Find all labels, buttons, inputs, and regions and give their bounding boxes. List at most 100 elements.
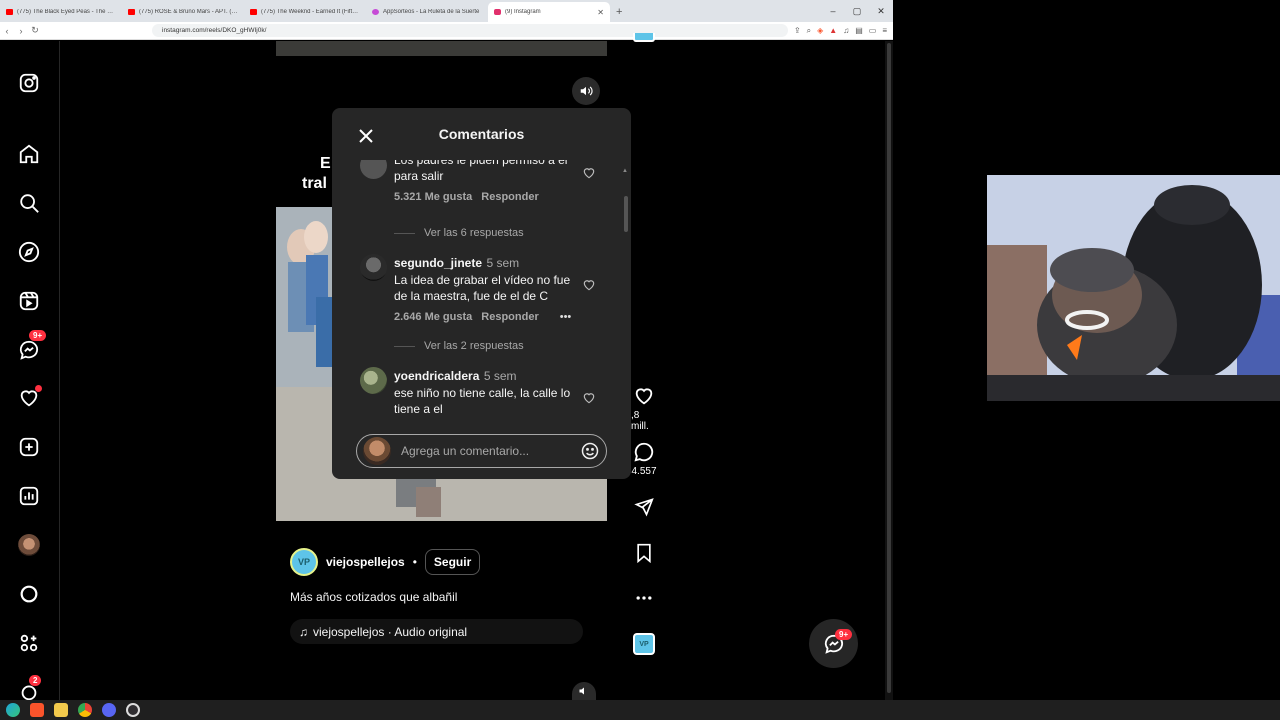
add-comment-box	[356, 434, 607, 468]
like-count: ,8 mill.	[631, 410, 649, 432]
chrome-icon[interactable]	[78, 703, 92, 717]
comment-avatar[interactable]	[360, 254, 387, 281]
reply-button[interactable]: Responder	[481, 311, 538, 323]
comment-username[interactable]: yoendricaldera	[394, 369, 479, 383]
minimize-button[interactable]: –	[821, 0, 845, 22]
reel-overlay-text-line1: E	[320, 155, 331, 172]
notifications-heart-icon[interactable]	[17, 385, 42, 410]
close-tab-icon[interactable]: ✕	[597, 8, 604, 17]
more-action[interactable]	[631, 588, 657, 608]
view-replies-button[interactable]: Ver las 2 respuestas	[394, 340, 524, 352]
tab-1[interactable]: (775) ROSÉ & Bruno Mars - APT. (Offi	[122, 2, 244, 22]
comment-body: segundo_jinete 5 sem La idea de grabar e…	[394, 254, 571, 323]
wallet-icon[interactable]: ▭	[869, 26, 877, 36]
discord-icon[interactable]	[102, 703, 116, 717]
tab-0[interactable]: (775) The Black Eyed Peas - The Time (	[0, 2, 122, 22]
dashboard-icon[interactable]	[17, 484, 41, 508]
audio-link[interactable]: ♫ viejospellejos · Audio original	[290, 619, 583, 644]
speaker-icon	[579, 687, 584, 695]
tab-4-instagram[interactable]: (9) Instagram ✕	[488, 2, 610, 22]
tab-title: (775) The Weeknd - Earned It (Fifty Sh	[261, 9, 360, 15]
messages-fab[interactable]: 9+	[809, 619, 858, 668]
volume-button[interactable]	[572, 77, 600, 105]
profile-avatar[interactable]	[17, 533, 41, 557]
obs-icon[interactable]	[126, 703, 140, 717]
current-user-avatar	[363, 437, 391, 465]
reload-icon[interactable]: ↻	[28, 25, 42, 36]
share-action[interactable]	[631, 497, 657, 517]
forward-icon[interactable]: ›	[14, 26, 28, 36]
comment-text-line1: La idea de grabar el vídeo no fue	[394, 273, 571, 287]
threads-icon[interactable]	[17, 582, 41, 606]
comment-avatar[interactable]	[360, 160, 387, 179]
back-icon[interactable]: ‹	[0, 26, 14, 36]
create-icon[interactable]	[17, 435, 41, 459]
author-name[interactable]: viejospellejos	[326, 555, 405, 569]
more-icon[interactable]	[17, 631, 41, 655]
instagram-logo-icon[interactable]	[17, 71, 41, 95]
rewards-icon[interactable]: ▲	[829, 26, 837, 36]
follow-button[interactable]: Seguir	[424, 549, 481, 575]
comment-username[interactable]: segundo_jinete	[394, 256, 482, 270]
comment-time: 5 sem	[486, 256, 520, 270]
zoom-icon[interactable]: ⌕	[807, 26, 811, 36]
tab-title: (775) ROSÉ & Bruno Mars - APT. (Offi	[139, 9, 238, 15]
edge-icon[interactable]	[6, 703, 20, 717]
audio-thumb[interactable]: VP	[631, 633, 657, 655]
webcam-overlay	[987, 175, 1280, 401]
comment-bubble-icon	[634, 442, 654, 462]
reply-button[interactable]: Responder	[481, 191, 538, 203]
home-icon[interactable]	[17, 142, 41, 166]
view-replies-button[interactable]: Ver las 6 respuestas	[394, 227, 524, 239]
address-bar-row: ‹ › ↻ instagram.com/reels/DKO_gHWIj0k/ ⇪…	[0, 22, 893, 40]
like-count[interactable]: 2.646 Me gusta	[394, 311, 472, 323]
comment-meta: 5.321 Me gusta Responder	[394, 191, 567, 203]
view-replies-label: Ver las 2 respuestas	[424, 340, 524, 352]
more-options-icon[interactable]: •••	[560, 311, 572, 323]
new-tab-button[interactable]: +	[610, 6, 628, 22]
meta-icon[interactable]: 2	[17, 675, 42, 700]
url-field[interactable]: instagram.com/reels/DKO_gHWIj0k/	[152, 24, 788, 37]
close-window-button[interactable]: ✕	[869, 0, 893, 22]
comment-avatar[interactable]	[360, 367, 387, 394]
browser-toolbar: ⇪ ⌕ ◈ ▲ ♫ ▤ ▭ ≡	[788, 26, 893, 36]
tab-3[interactable]: AppSorteos - La Ruleta de la Suerte	[366, 2, 488, 22]
share-icon[interactable]: ⇪	[794, 26, 801, 36]
messenger-badge: 9+	[29, 330, 47, 341]
file-explorer-icon[interactable]	[54, 703, 68, 717]
page-scrollbar-thumb[interactable]	[887, 43, 891, 693]
like-heart-icon[interactable]	[582, 391, 596, 405]
like-heart-icon[interactable]	[582, 278, 596, 292]
sidebar-toggle-icon[interactable]: ▤	[855, 26, 863, 36]
brave-shield-icon[interactable]: ◈	[817, 26, 823, 36]
music-icon[interactable]: ♫	[843, 26, 849, 36]
modal-title: Comentarios	[438, 126, 525, 142]
next-reel-volume-button[interactable]	[572, 682, 596, 700]
reel-caption: Más años cotizados que albañil	[290, 590, 458, 604]
brave-icon[interactable]	[30, 703, 44, 717]
maximize-button[interactable]: ▢	[845, 0, 869, 22]
comment-count: 4.557	[631, 466, 657, 477]
emoji-icon[interactable]	[580, 441, 600, 461]
page-scrollbar[interactable]	[885, 41, 893, 700]
like-count[interactable]: 5.321 Me gusta	[394, 191, 472, 203]
bookmark-icon	[637, 543, 651, 563]
comments-list: Los padres le piden permiso a él para sa…	[332, 160, 631, 425]
like-heart-icon[interactable]	[582, 166, 596, 180]
youtube-favicon-icon	[250, 9, 257, 15]
comment-action[interactable]: 4.557	[631, 441, 657, 477]
messenger-icon[interactable]: 9+	[17, 330, 47, 362]
tab-2[interactable]: (775) The Weeknd - Earned It (Fifty Sh	[244, 2, 366, 22]
save-action[interactable]	[631, 543, 657, 563]
comment-input[interactable]	[401, 444, 580, 458]
explore-icon[interactable]	[17, 240, 41, 264]
reels-icon[interactable]	[17, 289, 41, 313]
speaker-icon	[580, 86, 593, 96]
instagram-favicon-icon	[494, 9, 501, 15]
tab-bar: (775) The Black Eyed Peas - The Time ( (…	[0, 0, 893, 22]
comment-meta: 2.646 Me gusta Responder •••	[394, 311, 571, 323]
like-action[interactable]: ,8 mill.	[631, 385, 657, 432]
menu-icon[interactable]: ≡	[882, 26, 887, 36]
search-icon[interactable]	[17, 191, 41, 215]
author-avatar[interactable]: VP	[290, 548, 318, 576]
